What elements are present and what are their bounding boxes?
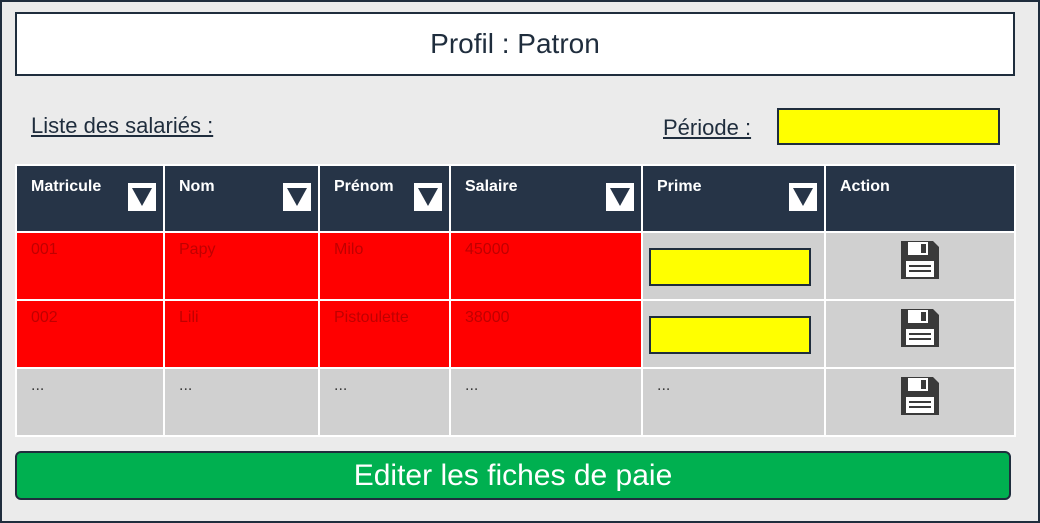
cell-salaire: 45000 xyxy=(449,231,643,301)
page-title-text: Profil : Patron xyxy=(430,28,600,59)
chevron-down-icon xyxy=(610,188,630,206)
floppy-disk-icon[interactable] xyxy=(899,239,941,281)
filter-prenom-button[interactable] xyxy=(413,182,443,212)
employee-list-label: Liste des salariés : xyxy=(31,113,214,138)
filter-nom-button[interactable] xyxy=(282,182,312,212)
table-header-row: Matricule Nom Prénom Salaire Prime Actio… xyxy=(15,164,1016,233)
edit-payslips-button[interactable]: Editer les fiches de paie xyxy=(15,451,1011,500)
cell-salaire: ... xyxy=(449,367,643,437)
column-header-label: Prime xyxy=(657,178,702,195)
filter-salaire-button[interactable] xyxy=(605,182,635,212)
table-row: 001 Papy Milo 45000 xyxy=(15,231,1016,301)
column-header-label: Salaire xyxy=(465,178,518,195)
column-header-label: Prénom xyxy=(334,178,394,195)
cell-action xyxy=(824,367,1016,437)
periode-label: Période : xyxy=(663,115,752,140)
cell-prime xyxy=(641,299,826,369)
column-header-nom: Nom xyxy=(163,164,320,233)
chevron-down-icon xyxy=(418,188,438,206)
cell-salaire: 38000 xyxy=(449,299,643,369)
page-title: Profil : Patron xyxy=(15,12,1015,76)
employee-table: Matricule Nom Prénom Salaire Prime Actio… xyxy=(15,164,1016,437)
cell-action xyxy=(824,231,1016,301)
table-row: 002 Lili Pistoulette 38000 xyxy=(15,299,1016,369)
column-header-label: Nom xyxy=(179,178,215,195)
chevron-down-icon xyxy=(793,188,813,206)
column-header-matricule: Matricule xyxy=(15,164,165,233)
cell-nom: Lili xyxy=(163,299,320,369)
filter-matricule-button[interactable] xyxy=(127,182,157,212)
prime-input[interactable] xyxy=(649,316,811,354)
prime-input[interactable] xyxy=(649,248,811,286)
floppy-disk-icon[interactable] xyxy=(899,375,941,417)
cell-matricule: ... xyxy=(15,367,165,437)
cell-prime xyxy=(641,231,826,301)
cell-prenom: Pistoulette xyxy=(318,299,451,369)
floppy-disk-icon[interactable] xyxy=(899,307,941,349)
column-header-prime: Prime xyxy=(641,164,826,233)
column-header-salaire: Salaire xyxy=(449,164,643,233)
cell-matricule: 001 xyxy=(15,231,165,301)
chevron-down-icon xyxy=(132,188,152,206)
cell-prenom: ... xyxy=(318,367,451,437)
filter-prime-button[interactable] xyxy=(788,182,818,212)
cell-nom: Papy xyxy=(163,231,320,301)
cell-prenom: Milo xyxy=(318,231,451,301)
column-header-prenom: Prénom xyxy=(318,164,451,233)
cell-nom: ... xyxy=(163,367,320,437)
column-header-label: Matricule xyxy=(31,178,102,195)
table-row: ... ... ... ... ... xyxy=(15,367,1016,437)
cell-prime: ... xyxy=(641,367,826,437)
column-header-action: Action xyxy=(824,164,1016,233)
cell-matricule: 002 xyxy=(15,299,165,369)
chevron-down-icon xyxy=(287,188,307,206)
column-header-label: Action xyxy=(840,178,890,195)
periode-input[interactable] xyxy=(777,108,1000,145)
cell-action xyxy=(824,299,1016,369)
